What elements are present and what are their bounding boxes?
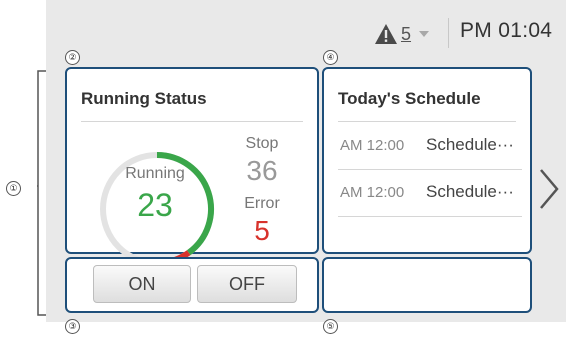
error-label: Error [244,195,280,212]
warning-count[interactable]: 5 [401,24,411,45]
stop-count: 36 [246,155,278,186]
running-count: 23 [137,187,173,223]
schedule-title: Today's Schedule [338,89,481,108]
schedule-time: AM 12:00 [340,137,405,154]
callout-2: ② [65,50,80,65]
callout-4: ④ [323,50,338,65]
topbar-divider [448,18,449,48]
chevron-right-icon[interactable] [538,168,560,210]
running-label: Running [125,165,185,182]
schedule-name: Schedule··· [426,182,514,201]
off-button[interactable]: OFF [197,265,297,303]
running-status-title: Running Status [81,89,207,108]
callout-5: ⑤ [323,319,338,334]
warning-triangle-icon [375,24,397,44]
callout-1: ① [6,181,21,196]
callout-bracket [37,70,46,316]
caret-down-icon[interactable] [419,31,430,37]
schedule-name: Schedule··· [426,135,514,154]
error-count: 5 [254,215,270,246]
empty-panel [322,257,532,313]
control-panel: ON OFF [65,257,319,313]
schedule-item[interactable]: AM 12:00 Schedule··· [338,123,522,170]
schedule-item[interactable]: AM 12:00 Schedule··· [338,170,522,217]
on-button[interactable]: ON [93,265,191,303]
schedule-time: AM 12:00 [340,184,405,201]
stop-label: Stop [245,135,279,152]
running-status-panel[interactable]: Running Status Running 23 Stop 36 Error … [65,67,319,266]
divider [338,121,516,122]
warning-indicator[interactable]: 5 [374,20,430,48]
divider [81,121,303,122]
clock: PM 01:04 [460,19,553,42]
callout-3: ③ [65,319,80,334]
schedule-panel[interactable]: Today's Schedule AM 12:00 Schedule··· AM… [322,67,532,254]
